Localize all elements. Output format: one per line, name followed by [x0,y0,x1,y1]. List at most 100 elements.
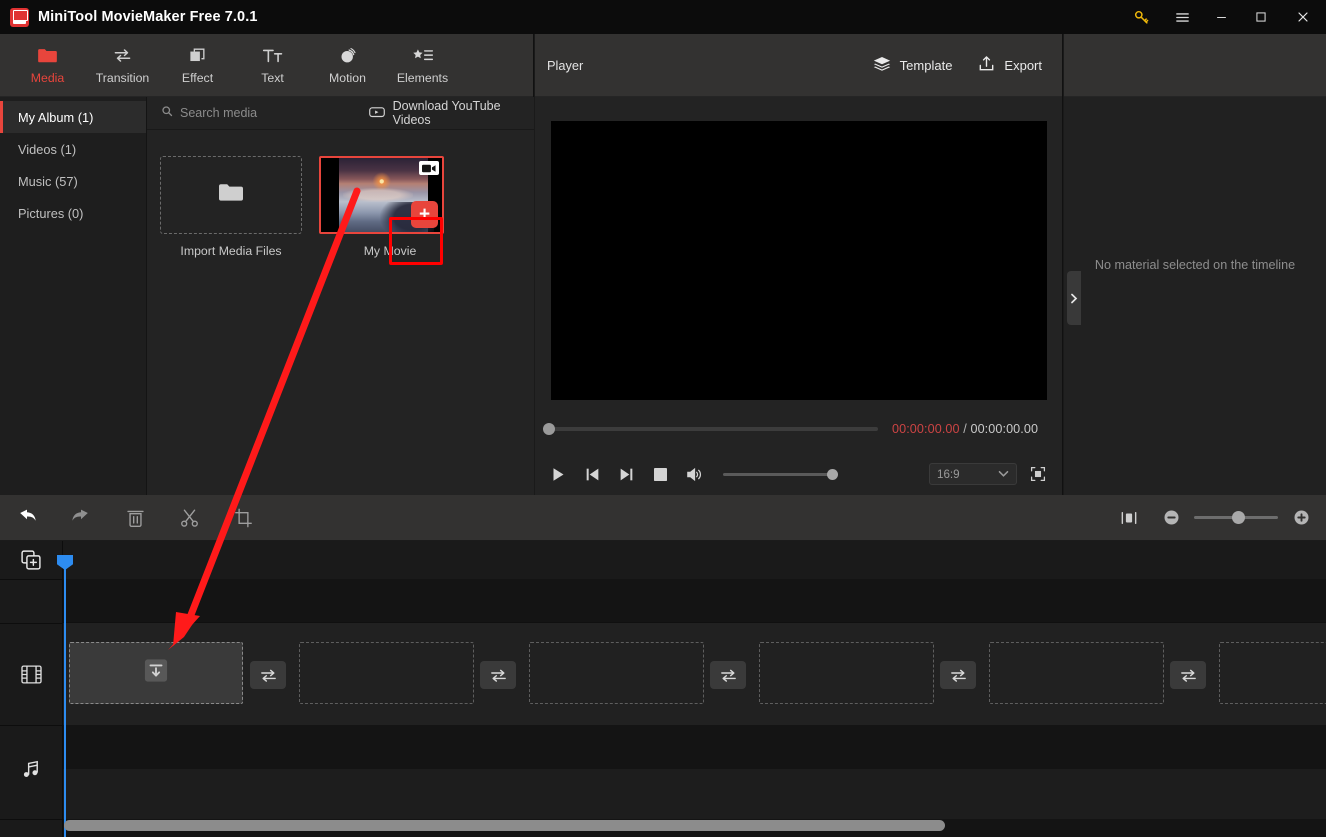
zoom-in-button[interactable] [1288,505,1314,531]
seek-slider[interactable] [543,423,878,435]
timeline-ruler[interactable] [63,541,1326,579]
player-header: Player Template Export [535,34,1062,97]
minimize-icon[interactable] [1202,0,1241,34]
timeline-transition-3[interactable] [710,661,746,689]
video-track-film-icon[interactable] [0,661,63,687]
sidebar-item-music-label: Music (57) [18,173,78,189]
sidebar-item-pictures-label: Pictures (0) [18,205,84,221]
maximize-icon[interactable] [1241,0,1280,34]
tab-media[interactable]: Media [10,35,85,95]
sidebar-item-pictures[interactable]: Pictures (0) [0,197,146,229]
template-button[interactable]: Template [873,56,953,75]
timeline-transition-4[interactable] [940,661,976,689]
timeline-transition-1[interactable] [250,661,286,689]
redo-button[interactable] [54,495,108,541]
fullscreen-button[interactable] [1023,461,1053,487]
fit-to-screen-icon[interactable] [1112,503,1146,533]
media-item-my-movie[interactable]: + My Movie [319,156,461,258]
timeline-slots [63,623,1326,725]
template-label: Template [899,57,953,73]
timeline-slot-3[interactable] [529,642,704,704]
app-title: MiniTool MovieMaker Free 7.0.1 [38,9,258,25]
download-youtube-button[interactable]: Download YouTube Videos [368,99,534,127]
next-frame-button[interactable] [609,457,643,491]
aspect-ratio-value: 16:9 [937,467,960,481]
app-logo-icon [10,7,29,27]
tab-effect[interactable]: Effect [160,35,235,95]
zoom-handle[interactable] [1232,511,1245,524]
volume-slider[interactable] [723,468,838,480]
play-button[interactable] [541,457,575,491]
tab-text[interactable]: Text [235,35,310,95]
volume-button[interactable] [677,457,711,491]
category-list: My Album (1) Videos (1) Music (57) Pictu… [0,97,147,495]
volume-handle[interactable] [827,468,838,480]
zoom-slider[interactable] [1194,511,1278,524]
timeline-horizontal-scrollbar[interactable] [64,820,945,831]
drop-here-icon [144,659,168,688]
window-controls [1119,0,1326,34]
sidebar-item-my-album[interactable]: My Album (1) [0,101,146,133]
properties-header [1064,34,1326,97]
transition-icon [112,46,133,66]
split-button[interactable] [162,495,216,541]
total-time: 00:00:00.00 [970,422,1039,436]
export-button[interactable]: Export [978,55,1042,75]
add-track-button[interactable] [0,541,62,579]
aspect-ratio-select[interactable]: 16:9 [929,463,1017,485]
undo-button[interactable] [0,495,54,541]
sidebar-item-videos[interactable]: Videos (1) [0,133,146,165]
add-to-timeline-button[interactable]: + [411,201,438,228]
video-preview-stage[interactable] [551,121,1047,400]
timeline-zoom-controls [1112,503,1314,533]
player-title: Player [547,57,584,73]
tab-transition-label: Transition [95,70,150,85]
timeline-audio-track[interactable] [63,725,1326,769]
timeline-overlay-track[interactable] [63,579,1326,623]
media-item-label: My Movie [363,244,417,258]
panel-collapse-chevron-icon[interactable] [1067,271,1081,325]
folder-import-icon [218,182,244,208]
sidebar-item-music[interactable]: Music (57) [0,165,146,197]
timeline-slot-1[interactable] [69,642,243,704]
delete-button[interactable] [108,495,162,541]
search-placeholder: Search media [180,106,258,120]
timeline-slot-5[interactable] [989,642,1164,704]
previous-frame-button[interactable] [575,457,609,491]
tab-motion[interactable]: Motion [310,35,385,95]
timeline-slot-2[interactable] [299,642,474,704]
key-icon[interactable] [1119,0,1163,34]
timeline-audio-track-2[interactable] [63,769,1326,819]
title-bar: MiniTool MovieMaker Free 7.0.1 [0,0,1326,34]
timecode-display: 00:00:00.00 / 00:00:00.00 [892,422,1038,436]
stop-button[interactable] [643,457,677,491]
current-time: 00:00:00.00 [892,422,960,436]
playhead[interactable] [57,555,73,837]
tab-transition[interactable]: Transition [85,35,160,95]
youtube-icon [368,106,385,121]
search-icon [161,104,173,122]
gutter-divider [0,819,63,820]
audio-track-music-note-icon[interactable] [0,756,63,782]
timeline-slot-6[interactable] [1219,642,1326,704]
crop-button[interactable] [216,495,270,541]
search-input[interactable]: Search media [161,104,333,122]
timeline-slot-4[interactable] [759,642,934,704]
seek-handle[interactable] [543,423,555,435]
timeline-transition-2[interactable] [480,661,516,689]
chevron-down-icon [998,468,1009,481]
media-thumbnail[interactable]: + [319,156,444,234]
tab-elements[interactable]: Elements [385,35,460,95]
export-icon [978,55,995,75]
zoom-out-button[interactable] [1158,505,1184,531]
tab-text-label: Text [261,70,284,85]
properties-panel: No material selected on the timeline [1064,34,1326,495]
menu-icon[interactable] [1163,0,1202,34]
timecode-separator: / [963,422,967,436]
import-media-button[interactable] [160,156,302,234]
close-icon[interactable] [1280,0,1326,34]
timeline-video-track[interactable] [63,623,1326,725]
effect-icon [188,46,207,66]
timeline-transition-5[interactable] [1170,661,1206,689]
template-icon [873,56,891,75]
